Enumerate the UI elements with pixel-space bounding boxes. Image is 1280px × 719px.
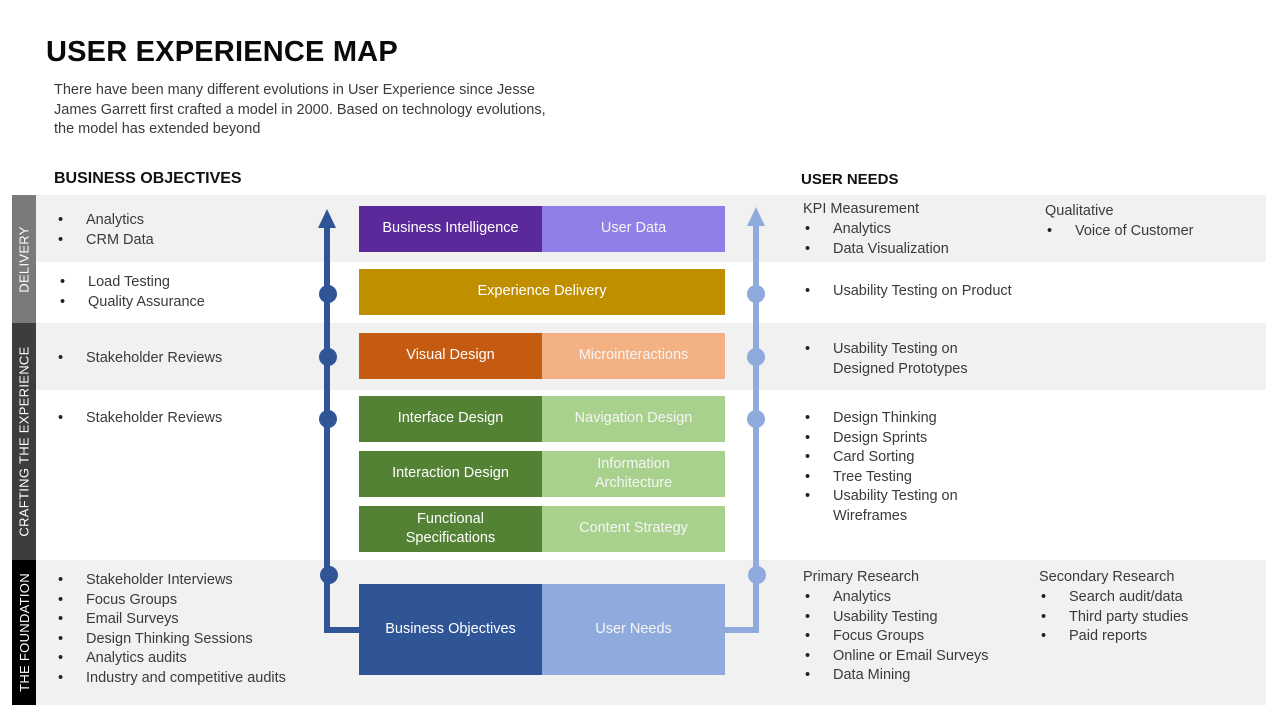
user-node-icon (747, 285, 765, 303)
list-item: Tree Testing (803, 468, 993, 488)
kpi-measurement-title: KPI Measurement (803, 201, 920, 217)
box-visual-design: Visual Design (359, 333, 542, 379)
box-experience-delivery: Experience Delivery (359, 269, 725, 315)
secondary-research-list: Search audit/data Third party studies Pa… (1039, 588, 1188, 647)
box-content-strategy: Content Strategy (542, 506, 725, 552)
list-item: Focus Groups (803, 627, 989, 647)
business-node-icon (319, 410, 337, 428)
box-business-intelligence: Business Intelligence (359, 206, 542, 252)
business-node-icon (319, 348, 337, 366)
list-item: Paid reports (1039, 627, 1188, 647)
list-item: Search audit/data (1039, 588, 1188, 608)
primary-research-list: Analytics Usability Testing Focus Groups… (803, 588, 989, 686)
box-interface-design: Interface Design (359, 396, 542, 442)
list-item: Analytics (803, 220, 949, 240)
user-node-icon (748, 566, 766, 584)
list-item: Data Mining (803, 666, 989, 686)
box-navigation-design: Navigation Design (542, 396, 725, 442)
box-functional-specifications: Functional Specifications (359, 506, 542, 552)
list-item: Usability Testing on Product (803, 282, 1012, 302)
list-item: Card Sorting (803, 448, 993, 468)
business-node-icon (319, 285, 337, 303)
business-arrow-head-icon (318, 209, 336, 228)
box-interaction-design: Interaction Design (359, 451, 542, 497)
box-information-architecture: Information Architecture (542, 451, 725, 497)
secondary-research-title: Secondary Research (1039, 569, 1175, 585)
list-item: Voice of Customer (1045, 222, 1193, 242)
list-item: Analytics (803, 588, 989, 608)
user-list-delivery-bottom: Usability Testing on Product (803, 282, 1012, 302)
business-node-icon (320, 566, 338, 584)
qualitative-title: Qualitative (1045, 203, 1114, 219)
kpi-measurement-list: Analytics Data Visualization (803, 220, 949, 259)
user-arrow (725, 207, 766, 633)
list-item: Usability Testing on Designed Prototypes (803, 340, 1003, 379)
qualitative-list: Voice of Customer (1045, 222, 1193, 242)
list-item: Design Thinking (803, 409, 993, 429)
user-arrow-head-icon (747, 207, 765, 226)
box-user-needs: User Needs (542, 584, 725, 675)
list-item: Usability Testing on Wireframes (803, 487, 993, 526)
primary-research-title: Primary Research (803, 569, 920, 585)
user-list-crafting-top: Usability Testing on Designed Prototypes (803, 340, 1003, 379)
list-item: Data Visualization (803, 240, 949, 260)
box-user-data: User Data (542, 206, 725, 252)
business-arrow (318, 209, 359, 633)
list-item: Third party studies (1039, 608, 1188, 628)
user-node-icon (747, 348, 765, 366)
list-item: Usability Testing (803, 608, 989, 628)
list-item: Design Sprints (803, 429, 993, 449)
list-item: Online or Email Surveys (803, 647, 989, 667)
user-list-crafting-bottom: Design Thinking Design Sprints Card Sort… (803, 409, 993, 526)
user-node-icon (747, 410, 765, 428)
box-business-objectives: Business Objectives (359, 584, 542, 675)
box-microinteractions: Microinteractions (542, 333, 725, 379)
